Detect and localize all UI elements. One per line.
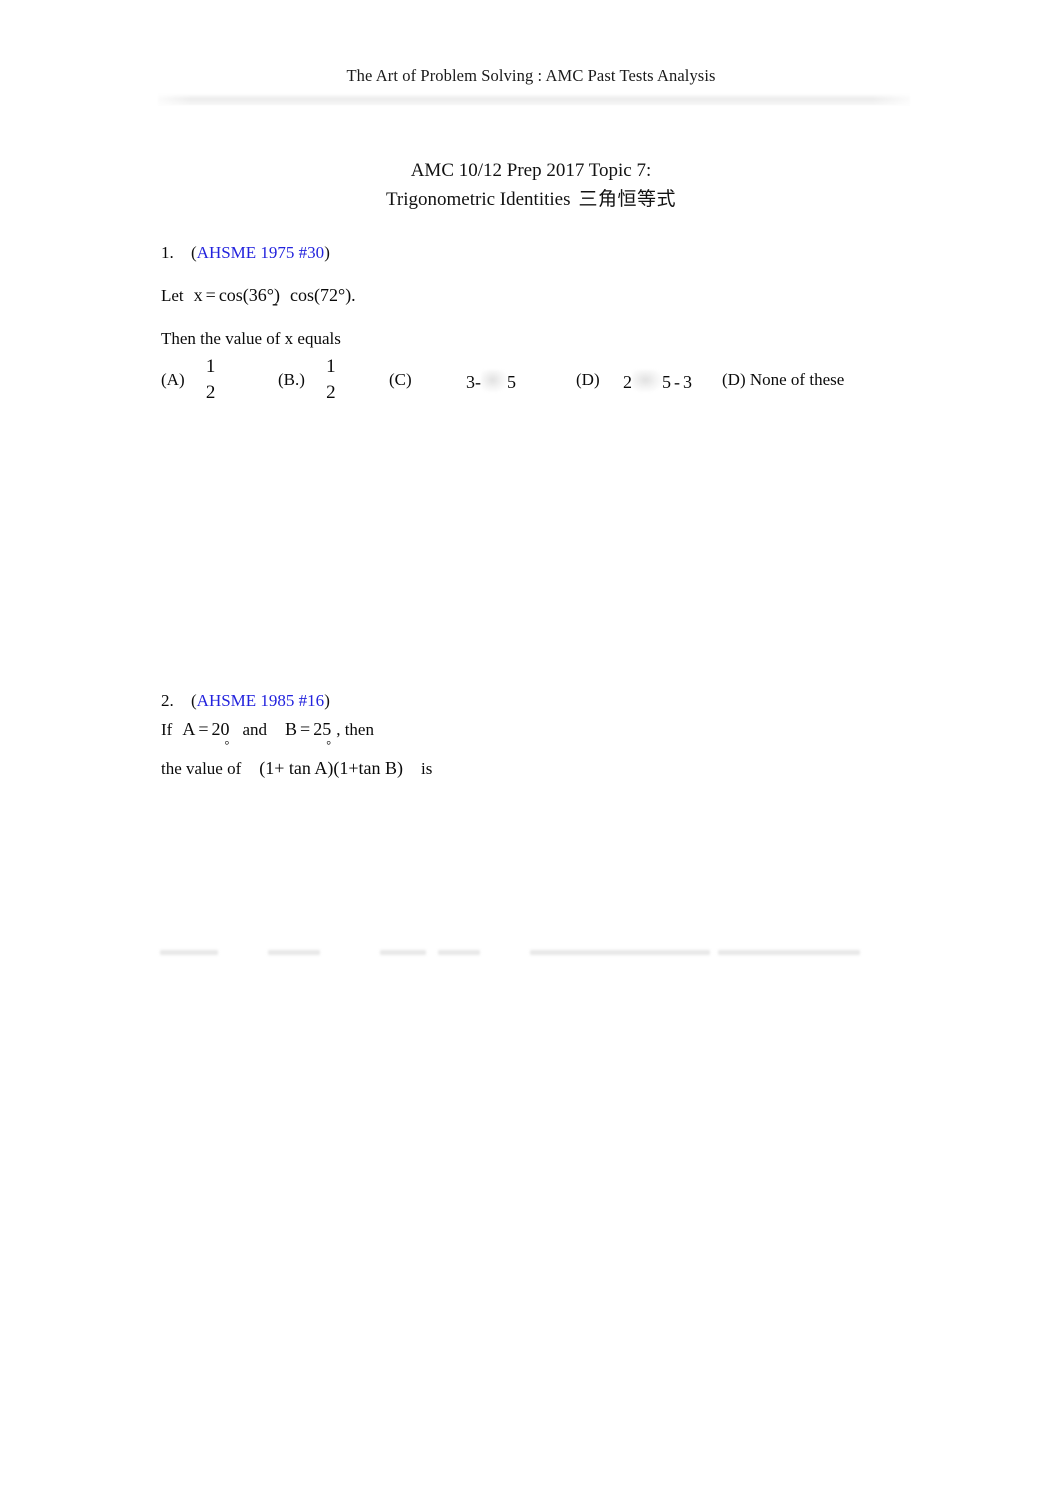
- footer-artifact-2: [268, 950, 320, 955]
- problem-2: 2. (AHSME 1985 #16) If A = 20 ° and B = 25 °, then…: [161, 688, 981, 778]
- header-rule-fade-left: [150, 94, 192, 105]
- choice-b[interactable]: (B.) 1 2: [278, 356, 339, 414]
- problem-2-var-a: A: [182, 719, 196, 739]
- problem-2-then: , then: [336, 720, 374, 739]
- choice-c[interactable]: (C): [389, 370, 412, 390]
- footer-artifact-6: [718, 950, 860, 955]
- choice-d-value: 2 5-3: [623, 370, 692, 393]
- problem-2-a-equals: =: [198, 719, 209, 739]
- choice-a-label: (A): [161, 370, 185, 389]
- page-title-subject-cjk: 三角恒等式: [578, 188, 677, 210]
- problem-1-source-close-paren: ): [324, 243, 330, 262]
- choice-a-denominator: 2: [205, 382, 216, 400]
- choice-d-radical-icon: [632, 370, 662, 392]
- problem-2-value-lead: the value of: [161, 759, 242, 778]
- problem-2-b-equals: =: [300, 719, 311, 739]
- choice-c-prefix: 3: [466, 372, 475, 392]
- choice-e-text: None of these: [749, 370, 845, 389]
- document-page: The Art of Problem Solving : AMC Past Te…: [0, 0, 1062, 1504]
- choice-a-fraction: 12: [203, 356, 219, 400]
- choice-b-denominator: 2: [326, 382, 336, 400]
- choice-b-label: (B.): [278, 370, 305, 389]
- choice-a[interactable]: (A) 1 2: [161, 356, 219, 414]
- choice-c-label: (C): [389, 370, 412, 389]
- page-title-subject: Trigonometric Identities: [385, 189, 571, 210]
- problem-1-cos-72-close: ).: [345, 285, 356, 305]
- choice-d-coefficient: 2: [623, 372, 632, 392]
- problem-2-heading: 2. (AHSME 1985 #16): [161, 688, 981, 714]
- problem-2-number: 2.: [161, 691, 174, 710]
- problem-2-conjunction: and: [242, 720, 268, 739]
- footer-artifact-1: [160, 950, 218, 955]
- choice-b-numerator: 1: [326, 356, 336, 377]
- choice-c-radicand: 5: [507, 372, 516, 392]
- problem-1-question: Then the value of x equals: [161, 329, 341, 348]
- problem-1-var-x: x: [193, 285, 203, 305]
- choice-d[interactable]: (D): [576, 370, 600, 390]
- page-title-line-1: AMC 10/12 Prep 2017 Topic 7:: [410, 160, 652, 181]
- choice-d-radicand: 5: [662, 372, 671, 392]
- problem-1-statement-lead: Let: [161, 286, 184, 305]
- page-header: The Art of Problem Solving : AMC Past Te…: [0, 66, 1062, 114]
- choice-a-numerator: 1: [205, 356, 216, 377]
- footer-artifact-4: [438, 950, 480, 955]
- footer-artifact-5: [530, 950, 710, 955]
- problem-2-question: the value of (1+ tan A)(1+tan B) is: [161, 755, 432, 782]
- problem-1-number: 1.: [161, 243, 174, 262]
- problem-1-equals: =: [205, 285, 216, 305]
- problem-2-angle-b: B = 25 °: [285, 719, 332, 752]
- problem-1-statement: Let x = cos(36°) - cos(72°).: [161, 282, 356, 313]
- choice-c-value: 3- 5: [466, 370, 516, 393]
- problem-1-source-link[interactable]: AHSME 1975 #30: [197, 243, 325, 262]
- page-title-line-2: Trigonometric Identities 三角恒等式: [0, 185, 1062, 214]
- choice-d-label: (D): [576, 370, 600, 389]
- choice-b-fraction: 12: [323, 356, 339, 400]
- problem-1: 1. (AHSME 1975 #30) Let x = cos(36°) - cos(72°…: [161, 240, 981, 400]
- problem-1-expression: x = cos(36°) - cos(72°).: [193, 285, 356, 313]
- choice-d-operator: -: [674, 372, 680, 392]
- problem-2-source-link[interactable]: AHSME 1985 #16: [197, 691, 325, 710]
- header-divider-rule: [158, 94, 910, 105]
- problem-1-cos-36: cos(36°: [218, 285, 274, 305]
- choice-e-label: (D): [722, 370, 746, 389]
- page-title: AMC 10/12 Prep 2017 Topic 7: Trigonometr…: [0, 156, 1062, 214]
- problem-2-statement: If A = 20 ° and B = 25 °, then: [161, 716, 374, 752]
- choice-d-suffix: 3: [683, 372, 692, 392]
- problem-2-angle-a: A = 20 °: [182, 719, 230, 752]
- problem-2-var-b: B: [285, 719, 298, 739]
- problem-1-heading: 1. (AHSME 1975 #30): [161, 240, 981, 266]
- choice-c-radical-icon: [481, 370, 507, 392]
- problem-2-source-close-paren: ): [324, 691, 330, 710]
- footer-artifact-3: [380, 950, 426, 955]
- problem-1-cos-72: cos(72°: [290, 285, 346, 305]
- problem-1-choices: (A) 1 2 (B.) 1 2 (C) 3- 5 (D) 25-3 (D) None o…: [161, 356, 981, 408]
- problem-2-expression: (1+ tan A)(1+tan B): [259, 758, 404, 778]
- problem-2-statement-lead: If: [161, 720, 173, 739]
- running-header-title: The Art of Problem Solving : AMC Past Te…: [346, 66, 716, 85]
- header-rule-fade-right: [872, 94, 920, 105]
- footer-artifacts: [0, 950, 1062, 962]
- choice-e-none-of-these[interactable]: (D) None of these: [722, 370, 844, 390]
- problem-2-value-tail: is: [421, 759, 433, 778]
